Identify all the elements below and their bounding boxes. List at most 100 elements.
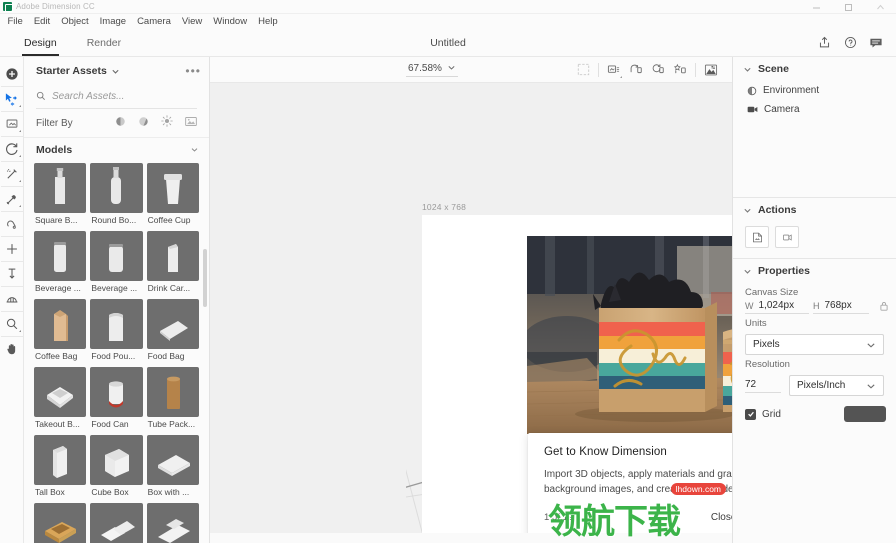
assets-panel-header: Starter Assets ••• bbox=[24, 59, 209, 83]
tab-design[interactable]: Design bbox=[14, 29, 67, 56]
horizon-icon[interactable] bbox=[0, 286, 23, 311]
magnet-snap-icon[interactable] bbox=[0, 211, 23, 236]
resolution-input[interactable]: 72 bbox=[745, 379, 781, 393]
menu-edit[interactable]: Edit bbox=[28, 14, 55, 29]
asset-item[interactable]: Food Can bbox=[90, 367, 143, 431]
camera-bookmark-icon[interactable] bbox=[625, 59, 647, 81]
scene-item-environment[interactable]: Environment bbox=[733, 81, 896, 100]
filter-icons bbox=[115, 114, 197, 132]
move-target-icon[interactable] bbox=[0, 236, 23, 261]
lock-aspect-icon[interactable] bbox=[880, 301, 888, 313]
chevron-down-icon[interactable] bbox=[743, 267, 752, 276]
zoom-level-value: 67.58% bbox=[408, 63, 442, 74]
assets-scroll-area[interactable]: Square B... Round Bo... Coffee Cup Bever… bbox=[24, 161, 209, 543]
comment-icon[interactable] bbox=[864, 31, 888, 55]
asset-item[interactable]: Cube Box bbox=[90, 435, 143, 499]
tool-rail bbox=[0, 57, 24, 543]
scene-item-label: Environment bbox=[763, 85, 820, 96]
asset-item[interactable]: Tall Box bbox=[34, 435, 87, 499]
chevron-down-icon[interactable] bbox=[866, 340, 876, 350]
menu-camera[interactable]: Camera bbox=[132, 14, 177, 29]
actions-section-header[interactable]: Actions bbox=[733, 198, 896, 222]
orbit-icon[interactable] bbox=[0, 136, 23, 161]
width-value: 1,024px bbox=[758, 300, 795, 311]
onboarding-dialog[interactable]: Get to Know Dimension Import 3D objects,… bbox=[528, 433, 732, 539]
chevron-down-icon[interactable] bbox=[743, 65, 752, 74]
close-icon[interactable] bbox=[864, 0, 896, 14]
chevron-down-icon[interactable] bbox=[743, 206, 752, 215]
canvas-stage[interactable]: 1024 x 768 Get to Know Dimension Import … bbox=[210, 83, 732, 543]
maximize-icon[interactable] bbox=[832, 0, 864, 14]
material-half-icon[interactable] bbox=[138, 114, 149, 132]
help-icon[interactable] bbox=[838, 31, 862, 55]
asset-item[interactable]: Box with ... bbox=[146, 435, 199, 499]
menu-help[interactable]: Help bbox=[253, 14, 284, 29]
properties-panel: Scene Environment Camera Actions Propert… bbox=[732, 57, 896, 543]
asset-item[interactable]: Coffee Bag bbox=[34, 299, 87, 363]
asset-item[interactable]: Beverage ... bbox=[34, 231, 87, 295]
asset-item[interactable]: Drink Car... bbox=[146, 231, 199, 295]
asset-item[interactable]: Food Pou... bbox=[90, 299, 143, 363]
hero-product-image[interactable] bbox=[527, 236, 732, 434]
asset-item[interactable]: Food Bag bbox=[146, 299, 199, 363]
render-preview-icon[interactable] bbox=[603, 59, 625, 81]
zoom-icon[interactable] bbox=[0, 311, 23, 336]
grid-color-swatch[interactable] bbox=[844, 406, 886, 422]
sampler-icon[interactable] bbox=[0, 161, 23, 186]
chevron-down-icon[interactable] bbox=[190, 141, 199, 159]
select-move-icon[interactable] bbox=[0, 86, 23, 111]
close-button[interactable]: Close bbox=[709, 508, 732, 527]
resolution-unit-select[interactable]: Pixels/Inch bbox=[789, 375, 884, 396]
render-quality-icon[interactable] bbox=[700, 59, 722, 81]
zoom-level-control[interactable]: 67.58% bbox=[406, 63, 458, 77]
grid-toggle-icon[interactable] bbox=[572, 59, 594, 81]
tab-render[interactable]: Render bbox=[77, 29, 131, 56]
scene-section-header[interactable]: Scene bbox=[733, 57, 896, 81]
material-sphere-icon[interactable] bbox=[115, 114, 126, 132]
asset-item[interactable]: Tied Strip bbox=[34, 503, 87, 543]
chevron-down-icon[interactable] bbox=[866, 381, 876, 391]
search-icon bbox=[36, 88, 46, 106]
menu-file[interactable]: File bbox=[2, 14, 28, 29]
chevron-down-icon[interactable] bbox=[447, 63, 456, 75]
units-label: Units bbox=[745, 318, 767, 329]
asset-item[interactable]: Square B... bbox=[34, 163, 87, 227]
asset-item[interactable]: Takeout B... bbox=[34, 367, 87, 431]
light-icon[interactable] bbox=[161, 114, 173, 132]
canvas-width-field[interactable]: W 1,024px bbox=[745, 300, 809, 314]
vertical-align-icon[interactable] bbox=[0, 261, 23, 286]
asset-item[interactable]: Beverage ... bbox=[90, 231, 143, 295]
units-select[interactable]: Pixels bbox=[745, 334, 884, 355]
asset-item[interactable]: Business ... bbox=[90, 503, 143, 543]
scene-item-camera[interactable]: Camera bbox=[733, 100, 896, 119]
asset-item[interactable]: Tube Pack... bbox=[146, 367, 199, 431]
menu-view[interactable]: View bbox=[176, 14, 207, 29]
minimize-icon[interactable] bbox=[800, 0, 832, 14]
hand-icon[interactable] bbox=[0, 336, 23, 361]
asset-item[interactable]: Coffee Cup bbox=[146, 163, 199, 227]
canvas-height-field[interactable]: H 768px bbox=[813, 300, 869, 314]
chevron-down-icon[interactable] bbox=[111, 67, 120, 76]
magic-wand-select-icon[interactable] bbox=[0, 111, 23, 136]
add-icon[interactable] bbox=[1, 61, 23, 86]
search-input[interactable] bbox=[52, 91, 197, 102]
tool-corner-indicator bbox=[18, 155, 21, 157]
asset-item[interactable]: Round Bo... bbox=[90, 163, 143, 227]
menu-window[interactable]: Window bbox=[208, 14, 253, 29]
eyedropper-icon[interactable] bbox=[0, 186, 23, 211]
product-photo bbox=[527, 236, 732, 434]
models-section-header[interactable]: Models bbox=[24, 137, 209, 161]
properties-section-header[interactable]: Properties bbox=[733, 259, 896, 283]
camera-orbit-icon[interactable] bbox=[647, 59, 669, 81]
image-icon[interactable] bbox=[185, 114, 197, 132]
menu-object[interactable]: Object bbox=[56, 14, 94, 29]
assets-panel-more-icon[interactable]: ••• bbox=[185, 65, 201, 77]
render-preview-icon[interactable] bbox=[775, 226, 799, 248]
assets-scrollbar[interactable] bbox=[203, 249, 207, 307]
grid-checkbox[interactable] bbox=[745, 408, 756, 420]
asset-item[interactable]: Stack of C... bbox=[146, 503, 199, 543]
menu-image[interactable]: Image bbox=[94, 14, 131, 29]
camera-star-icon[interactable] bbox=[669, 59, 691, 81]
share-icon[interactable] bbox=[812, 31, 836, 55]
import-image-icon[interactable] bbox=[745, 226, 769, 248]
